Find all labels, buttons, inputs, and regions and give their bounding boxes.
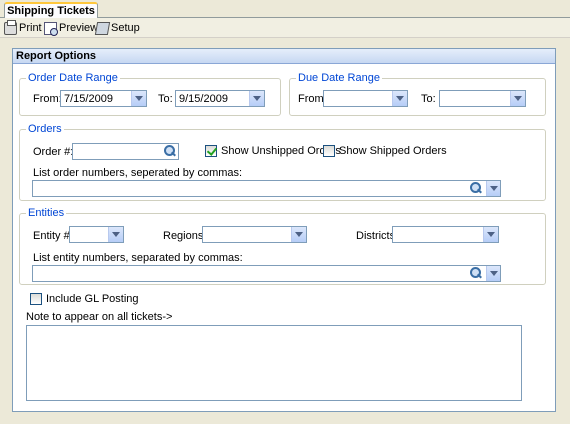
due-date-range-group: Due Date Range From: To:: [289, 72, 546, 116]
toolbar: Print Preview Setup: [0, 18, 570, 38]
due-to-date-picker[interactable]: [439, 90, 526, 107]
chevron-down-icon[interactable]: [108, 227, 123, 242]
setup-button[interactable]: Setup: [94, 20, 140, 36]
order-to-value: 9/15/2009: [179, 93, 228, 105]
order-list-label: List order numbers, seperated by commas:: [33, 167, 243, 179]
tab-shipping-tickets[interactable]: Shipping Tickets: [4, 2, 98, 19]
order-number-label: Order #:: [33, 146, 74, 158]
order-list-input[interactable]: [32, 180, 501, 197]
chevron-down-icon[interactable]: [486, 266, 500, 281]
show-shipped-checkbox[interactable]: [323, 145, 335, 157]
order-number-input[interactable]: [72, 143, 179, 160]
chevron-down-icon[interactable]: [291, 227, 306, 242]
chevron-down-icon[interactable]: [483, 227, 498, 242]
entities-group: Entities Entity #: Regions: Districts: L…: [19, 207, 546, 285]
due-date-range-legend: Due Date Range: [296, 72, 382, 85]
order-date-range-group: Order Date Range From: 7/15/2009 To: 9/1…: [19, 72, 281, 116]
setup-label: Setup: [111, 22, 140, 34]
order-from-date-picker[interactable]: 7/15/2009: [60, 90, 147, 107]
due-to-label: To:: [421, 93, 436, 105]
chevron-down-icon[interactable]: [392, 91, 407, 106]
chevron-down-icon[interactable]: [510, 91, 525, 106]
preview-label: Preview: [59, 22, 99, 34]
note-label: Note to appear on all tickets->: [26, 311, 173, 323]
show-shipped-label: Show Shipped Orders: [339, 145, 447, 157]
order-from-label: From:: [33, 93, 62, 105]
chevron-down-icon[interactable]: [249, 91, 264, 106]
due-from-date-picker[interactable]: [323, 90, 408, 107]
order-to-date-picker[interactable]: 9/15/2009: [175, 90, 265, 107]
districts-select[interactable]: [392, 226, 499, 243]
search-icon[interactable]: [469, 182, 483, 195]
entities-legend: Entities: [26, 207, 67, 220]
entity-list-label: List entity numbers, separated by commas…: [33, 252, 243, 264]
search-icon[interactable]: [469, 267, 483, 280]
tab-strip: Shipping Tickets: [0, 0, 570, 19]
chevron-down-icon[interactable]: [486, 181, 500, 196]
print-button[interactable]: Print: [4, 19, 42, 36]
preview-button[interactable]: Preview: [44, 20, 98, 36]
regions-select[interactable]: [202, 226, 307, 243]
print-label: Print: [19, 22, 42, 34]
include-gl-checkbox[interactable]: [30, 293, 42, 305]
orders-legend: Orders: [26, 123, 64, 136]
preview-icon: [44, 21, 58, 36]
entity-number-select[interactable]: [69, 226, 124, 243]
order-from-value: 7/15/2009: [64, 93, 113, 105]
regions-label: Regions:: [163, 230, 207, 242]
orders-group: Orders Order #: Show Unshipped Orders Sh…: [19, 123, 546, 201]
entity-number-label: Entity #:: [33, 230, 73, 242]
printer-icon: [4, 19, 17, 35]
entity-list-input[interactable]: [32, 265, 501, 282]
report-options-panel: Report Options Order Date Range From: 7/…: [12, 48, 556, 412]
order-date-range-legend: Order Date Range: [26, 72, 120, 85]
search-icon[interactable]: [163, 145, 177, 158]
chevron-down-icon[interactable]: [131, 91, 146, 106]
include-gl-label: Include GL Posting: [46, 293, 139, 305]
order-to-label: To:: [158, 93, 173, 105]
show-unshipped-checkbox[interactable]: [205, 145, 217, 157]
note-textarea[interactable]: [26, 325, 522, 401]
setup-icon: [94, 21, 111, 35]
panel-title: Report Options: [13, 49, 555, 64]
